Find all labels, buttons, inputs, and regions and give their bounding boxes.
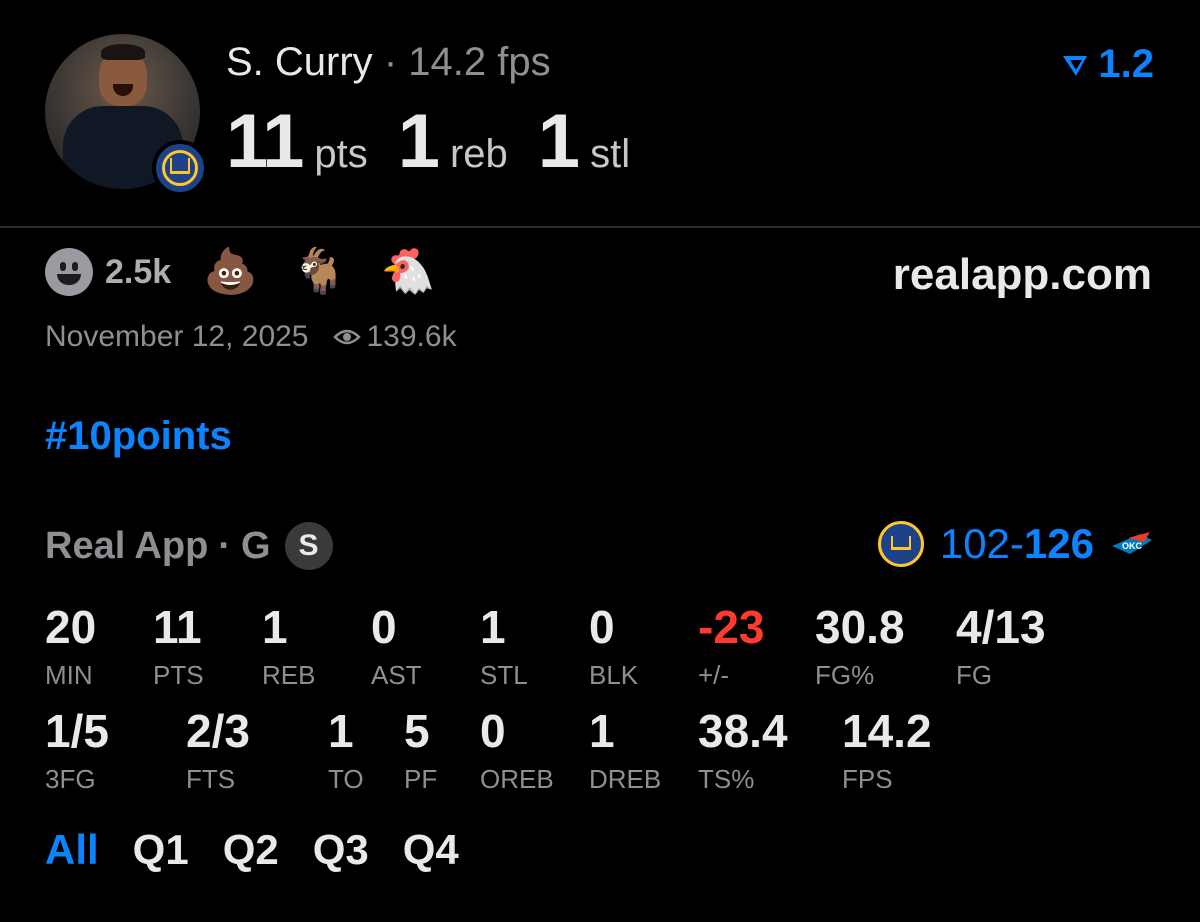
rebounds-unit: reb <box>449 132 508 176</box>
stat-value: 11 <box>153 601 202 653</box>
stat-reb: 1 REB <box>262 604 315 691</box>
stat-label: FG <box>956 660 993 690</box>
stat-blk: 0 BLK <box>589 604 638 691</box>
stat-to: 1 TO <box>328 708 364 795</box>
steals-value: 1 <box>537 99 580 184</box>
version-badge[interactable]: 1.2 <box>1060 42 1154 87</box>
stat-value: 0 <box>589 601 615 653</box>
reactions-bar: 2.5k 💩 🐐 🐔 <box>45 248 470 296</box>
stat-value: 4/13 <box>956 601 1046 653</box>
stat-label: FTS <box>186 764 236 794</box>
stat-label: +/- <box>698 660 730 690</box>
thunder-logo-icon: OKC <box>1112 532 1152 554</box>
quarter-tabs: All Q1 Q2 Q3 Q4 <box>45 826 493 874</box>
tab-q1[interactable]: Q1 <box>133 826 189 874</box>
stat-label: BLK <box>589 660 639 690</box>
stat-value: 2/3 <box>186 705 250 757</box>
separator: · <box>383 40 398 84</box>
real-logo-icon <box>1063 55 1088 76</box>
divider <box>0 226 1200 228</box>
game-score[interactable]: 102 - 126 OKC <box>877 520 1154 568</box>
points-value: 11 <box>226 99 304 184</box>
chicken-reaction-icon[interactable]: 🐔 <box>381 250 436 294</box>
steals-unit: stl <box>590 132 631 176</box>
stat-value: 38.4 <box>698 705 788 757</box>
stat-ast: 0 AST <box>371 604 422 691</box>
away-score: 126 <box>1023 520 1094 567</box>
warriors-logo-icon <box>152 140 208 196</box>
version-number: 1.2 <box>1098 42 1154 86</box>
stat-value: 1 <box>589 705 615 757</box>
eye-icon <box>332 327 361 347</box>
stat-value: 1 <box>328 705 354 757</box>
stat-label: MIN <box>45 660 93 690</box>
site-link[interactable]: realapp.com <box>893 250 1152 300</box>
stat-pts: 11 PTS <box>153 604 204 691</box>
stat-pf: 5 PF <box>404 708 437 795</box>
stat-fg-pct: 30.8 FG% <box>815 604 905 691</box>
stat-label: AST <box>371 660 422 690</box>
stat-label: PF <box>404 764 438 794</box>
poop-reaction-icon[interactable]: 💩 <box>203 250 258 294</box>
view-count: 139.6k <box>366 320 457 353</box>
stat-fg: 4/13 FG <box>956 604 1046 691</box>
stat-oreb: 0 OREB <box>480 708 554 795</box>
stat-value: 0 <box>480 705 506 757</box>
stat-label: FPS <box>842 764 893 794</box>
status-badge: S <box>284 522 333 570</box>
tab-all[interactable]: All <box>45 826 99 874</box>
source-name[interactable]: Real App <box>45 525 208 568</box>
reaction-count: 2.5k <box>105 252 172 291</box>
stat-label: TS% <box>698 764 755 794</box>
stat-fts: 2/3 FTS <box>186 708 250 795</box>
player-name-line: S. Curry · 14.2 fps <box>226 40 551 85</box>
stat-ts-pct: 38.4 TS% <box>698 708 788 795</box>
stat-label: 3FG <box>45 764 96 794</box>
hashtag-link[interactable]: #10points <box>45 414 232 459</box>
stat-dreb: 1 DREB <box>589 708 661 795</box>
stat-label: FG% <box>815 660 875 690</box>
stat-stl: 1 STL <box>480 604 528 691</box>
tab-q4[interactable]: Q4 <box>403 826 459 874</box>
separator-dot: · <box>218 524 231 567</box>
post-meta: November 12, 2025 139.6k <box>45 320 457 354</box>
stat-value: 1 <box>262 601 288 653</box>
home-score: 102 <box>939 520 1010 567</box>
stat-value: 20 <box>45 601 97 653</box>
stat-label: REB <box>262 660 316 690</box>
tab-q3[interactable]: Q3 <box>313 826 369 874</box>
stat-label: DREB <box>589 764 662 794</box>
stat-value: 1 <box>480 601 506 653</box>
post-date: November 12, 2025 <box>45 320 309 353</box>
stat-fps: 14.2 FPS <box>842 708 932 795</box>
player-name[interactable]: S. Curry <box>226 40 373 84</box>
stat-value: 5 <box>404 705 430 757</box>
stat-3fg: 1/5 3FG <box>45 708 109 795</box>
tab-q2[interactable]: Q2 <box>223 826 279 874</box>
stat-label: TO <box>328 764 364 794</box>
stat-value: -23 <box>698 601 765 653</box>
statline: 11 pts 1 reb 1 stl <box>226 98 660 185</box>
goat-reaction-icon[interactable]: 🐐 <box>292 250 347 294</box>
hair-shape <box>101 44 145 60</box>
stat-value: 0 <box>371 601 397 653</box>
stat-value: 1/5 <box>45 705 109 757</box>
score-dash: - <box>1009 520 1024 567</box>
player-position: G <box>240 524 271 567</box>
game-source-line: Real App · G S <box>45 522 333 570</box>
stat-value: 30.8 <box>815 601 905 653</box>
warriors-logo-icon <box>877 521 924 567</box>
stat-value: 14.2 <box>842 705 932 757</box>
svg-text:OKC: OKC <box>1122 541 1143 551</box>
rebounds-value: 1 <box>397 99 440 184</box>
stat-label: STL <box>480 660 528 690</box>
smile-reaction-icon[interactable] <box>45 248 93 296</box>
stat-label: PTS <box>153 660 204 690</box>
stat-label: OREB <box>480 764 554 794</box>
fps-text: 14.2 fps <box>408 40 551 84</box>
stat-min: 20 MIN <box>45 604 96 691</box>
stat-plus-minus: -23 +/- <box>698 604 764 691</box>
points-unit: pts <box>314 132 368 176</box>
